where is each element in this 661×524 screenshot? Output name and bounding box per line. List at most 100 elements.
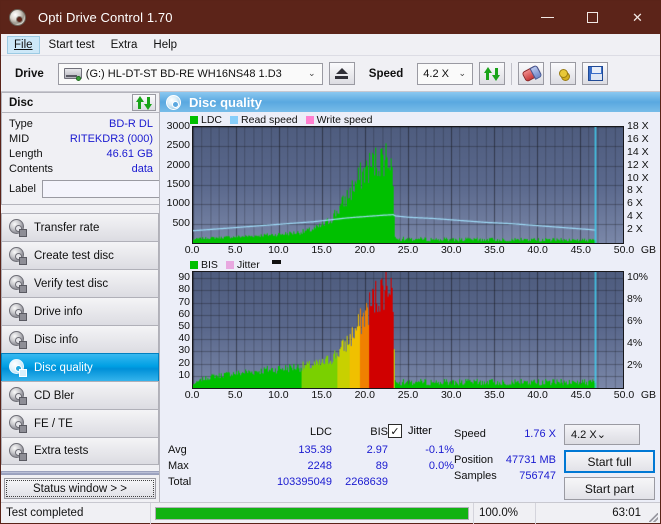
stat-avg-jitter: -0.1% [425, 444, 454, 456]
ldc-y-axis: 500 1000 1500 2000 2500 3000 [162, 120, 192, 242]
ldc-plot-area[interactable] [192, 126, 624, 244]
progress-percent: 100.0% [474, 502, 536, 524]
legend-item-read-speed: Read speed [230, 114, 298, 126]
save-button[interactable] [582, 62, 609, 85]
progress-track [155, 506, 469, 520]
legend-item-bis: BIS [190, 259, 218, 271]
start-part-button[interactable]: Start part [564, 477, 655, 500]
disc-refresh-button[interactable] [132, 94, 156, 111]
x-tick-label: 20.0 [354, 389, 376, 401]
x-tick-label: 15.0 [311, 389, 332, 401]
legend-swatch [230, 115, 239, 124]
x-tick-label: 45.0 [570, 244, 592, 256]
test-speed-select[interactable]: 4.2 X ⌄ [564, 424, 640, 445]
speed-select[interactable]: 4.2 X ⌄ [417, 62, 474, 85]
settings-button[interactable] [550, 62, 577, 85]
y2-tick-label: 2 X [627, 223, 643, 236]
x-tick-label: 50.0 [613, 244, 635, 256]
sidebar-item-cd-bler[interactable]: CD Bler [1, 381, 159, 409]
sidebar-item-transfer-rate[interactable]: Transfer rate [1, 213, 159, 241]
y-tick-label: 2000 [166, 158, 190, 171]
resize-grip[interactable] [646, 503, 660, 524]
bis-chart: BIS Jitter 102030405060708090 2% [162, 258, 658, 403]
x-tick-label: 25.0 [397, 389, 419, 401]
sidebar-item-extra-tests[interactable]: Extra tests [1, 437, 159, 465]
page-title: Disc quality [189, 94, 262, 110]
gears-icon [558, 69, 568, 78]
y2-tick-label: 4% [627, 336, 643, 349]
disc-icon [8, 302, 27, 321]
disc-panel-header: Disc [1, 92, 159, 113]
menu-item-help[interactable]: Help [146, 36, 184, 54]
stat-row-avg-label: Avg [168, 444, 187, 456]
disc-field-mid-label: MID [9, 132, 30, 145]
refresh-icon [136, 95, 152, 110]
erase-button[interactable] [518, 62, 545, 85]
jitter-checkbox[interactable]: ✓ [388, 424, 402, 438]
y-tick-label: 80 [178, 283, 190, 296]
y-tick-label: 1000 [166, 197, 190, 210]
disc-icon [8, 274, 27, 293]
jitter-toggle[interactable]: ✓ Jitter [388, 424, 432, 438]
menu-item-start-test[interactable]: Start test [42, 36, 102, 54]
test-controls: Speed 1.76 X Position 47731 MB Samples 7… [454, 424, 656, 502]
chevron-down-icon: ⌄ [458, 68, 467, 78]
sidebar-item-drive-info[interactable]: Drive info [1, 297, 159, 325]
stat-row-max-label: Max [168, 460, 189, 472]
optical-drive-icon [63, 66, 82, 81]
sidebar-item-disc-quality[interactable]: Disc quality [1, 353, 159, 381]
legend-swatch [225, 260, 234, 269]
legend-label: Write speed [316, 113, 373, 126]
disc-icon [8, 330, 27, 349]
eject-button[interactable] [328, 62, 355, 85]
x-tick-label: 50.0 [613, 389, 635, 401]
disc-panel-title: Disc [9, 96, 34, 109]
disc-field-length-value: 46.61 GB [106, 147, 153, 160]
legend-item-jitter: Jitter [225, 258, 260, 271]
disc-icon [8, 414, 27, 433]
sidebar-item-verify-test-disc[interactable]: Verify test disc [1, 269, 159, 297]
close-icon[interactable]: ✕ [615, 1, 660, 34]
menu-item-file[interactable]: File [7, 35, 40, 54]
y-tick-label: 40 [178, 332, 190, 345]
sidebar-item-create-test-disc[interactable]: Create test disc [1, 241, 159, 269]
test-buttons: 4.2 X ⌄ Start full Start part [564, 424, 656, 502]
disc-quality-header: Disc quality [160, 92, 660, 112]
stat-max-jitter: 0.0% [428, 460, 454, 472]
disc-field-type: Type BD-R DL [2, 116, 159, 131]
bis-plot-area[interactable] [192, 271, 624, 389]
y-tick-label: 60 [178, 307, 190, 320]
maximize-button[interactable] [570, 1, 615, 34]
sidebar-item-disc-info[interactable]: Disc info [1, 325, 159, 353]
samples-label: Samples [454, 470, 497, 482]
disc-info-panel: Type BD-R DL MID RITEKDR3 (000) Length 4… [1, 113, 242, 205]
refresh-icon [484, 66, 501, 81]
drive-select[interactable]: (G:) HL-DT-ST BD-RE WH16NS48 1.D3 ⌄ [57, 62, 323, 85]
disc-field-contents-value: data [131, 162, 153, 175]
disc-label-row: Label [2, 178, 242, 200]
legend-label: Jitter [236, 258, 260, 271]
test-readout: Speed 1.76 X Position 47731 MB Samples 7… [454, 424, 564, 502]
samples-value: 756747 [519, 470, 556, 482]
stat-grid: LDC BIS ✓ Jitter Avg 135.39 2.97 -0.1% M… [164, 424, 454, 502]
disc-field-contents: Contents data [2, 161, 159, 176]
x-tick-label: 35.0 [484, 389, 505, 401]
y2-tick-label: 14 X [627, 145, 649, 158]
disc-field-length-label: Length [9, 147, 43, 160]
menu-file-label: File [14, 38, 33, 51]
drive-label: Drive [15, 67, 44, 80]
minimize-button[interactable] [525, 1, 570, 34]
stat-max-bis: 89 [375, 460, 388, 472]
x-tick-label: 15.0 [311, 244, 332, 256]
status-window-button[interactable]: Status window > > [4, 478, 156, 499]
left-panel: Disc Type BD-R DL MID RITEKDR3 (000) Len… [1, 92, 242, 502]
sidebar-item-fe-te[interactable]: FE / TE [1, 409, 159, 437]
menu-bar: File Start test Extra Help [1, 34, 660, 56]
y-tick-label: 90 [178, 271, 190, 284]
jitter-label: Jitter [408, 425, 432, 437]
start-full-button[interactable]: Start full [564, 450, 655, 473]
y-tick-label: 1500 [166, 178, 190, 190]
bis-jitter-axis: 2% 4% 6% 8% 10% [624, 271, 658, 387]
refresh-button[interactable] [479, 62, 506, 85]
menu-item-extra[interactable]: Extra [104, 36, 145, 54]
